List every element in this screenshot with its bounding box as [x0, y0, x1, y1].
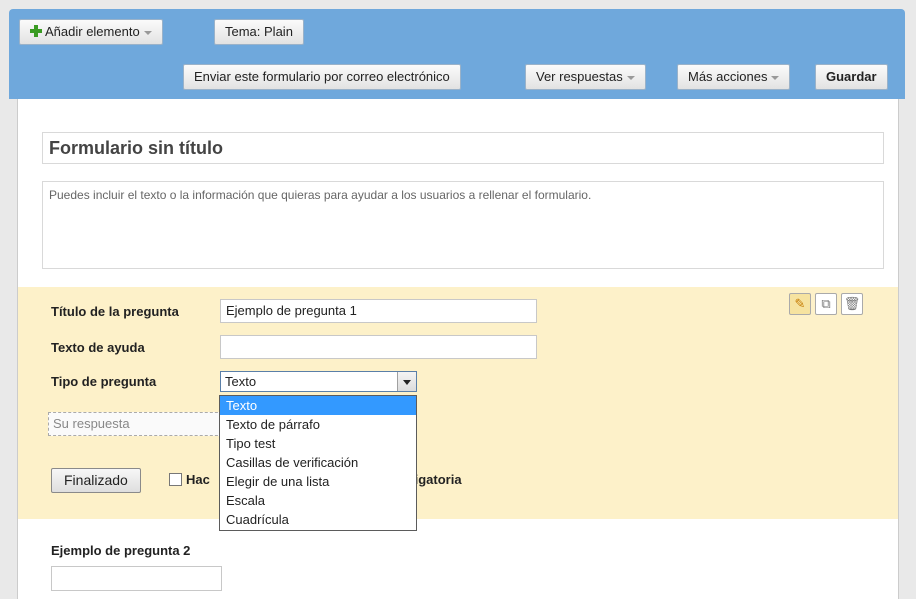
question-2-input[interactable]	[51, 566, 222, 591]
question-type-dropdown: Texto Texto de párrafo Tipo test Casilla…	[219, 395, 417, 531]
theme-label: Tema: Plain	[225, 24, 293, 39]
view-responses-label: Ver respuestas	[536, 69, 623, 84]
view-responses-button[interactable]: Ver respuestas	[525, 64, 646, 90]
done-button[interactable]: Finalizado	[51, 468, 141, 493]
question-editor-panel: ✎ ⧉ 🗑 Título de la pregunta Ejemplo de p…	[18, 287, 898, 519]
more-actions-button[interactable]: Más acciones	[677, 64, 791, 90]
dropdown-arrow-icon[interactable]	[397, 372, 416, 391]
help-text-label: Texto de ayuda	[51, 340, 145, 355]
pencil-icon[interactable]: ✎	[789, 293, 811, 315]
option-grid[interactable]: Cuadrícula	[220, 510, 416, 529]
trash-icon[interactable]: 🗑	[841, 293, 863, 315]
chevron-down-icon	[143, 30, 152, 35]
send-email-button[interactable]: Enviar este formulario por correo electr…	[183, 64, 461, 90]
option-paragraph-text[interactable]: Texto de párrafo	[220, 415, 416, 434]
required-checkbox[interactable]	[169, 473, 182, 486]
option-choose-from-list[interactable]: Elegir de una lista	[220, 472, 416, 491]
form-editor: Formulario sin título Puedes incluir el …	[17, 99, 899, 599]
theme-button[interactable]: Tema: Plain	[214, 19, 304, 45]
option-text[interactable]: Texto	[220, 396, 416, 415]
help-text-input[interactable]	[220, 335, 537, 359]
chevron-down-icon	[771, 75, 780, 80]
more-actions-label: Más acciones	[688, 69, 768, 84]
form-description-input[interactable]: Puedes incluir el texto o la información…	[42, 181, 884, 269]
done-label: Finalizado	[64, 472, 128, 488]
form-title-input[interactable]: Formulario sin título	[42, 132, 884, 164]
save-button[interactable]: Guardar	[815, 64, 888, 90]
question-type-label: Tipo de pregunta	[51, 374, 157, 389]
question-title-input[interactable]: Ejemplo de pregunta 1	[220, 299, 537, 323]
question-type-value: Texto	[225, 374, 257, 389]
duplicate-icon[interactable]: ⧉	[815, 293, 837, 315]
top-toolbar: Añadir elemento Tema: Plain Enviar este …	[9, 9, 905, 99]
option-scale[interactable]: Escala	[220, 491, 416, 510]
send-email-label: Enviar este formulario por correo electr…	[194, 69, 450, 84]
add-item-label: Añadir elemento	[45, 24, 140, 39]
save-label: Guardar	[826, 69, 877, 84]
add-item-button[interactable]: Añadir elemento	[19, 19, 163, 45]
option-checkboxes[interactable]: Casillas de verificación	[220, 453, 416, 472]
answer-preview: Su respuesta	[48, 412, 228, 436]
question-2-title: Ejemplo de pregunta 2	[51, 543, 191, 558]
question-type-select[interactable]: Texto	[220, 371, 417, 392]
option-multiple-choice[interactable]: Tipo test	[220, 434, 416, 453]
required-label-end: ligatoria	[411, 472, 462, 487]
chevron-down-icon	[626, 75, 635, 80]
question-title-label: Título de la pregunta	[51, 304, 179, 319]
required-label: Hac	[186, 472, 210, 487]
plus-icon	[30, 25, 42, 37]
